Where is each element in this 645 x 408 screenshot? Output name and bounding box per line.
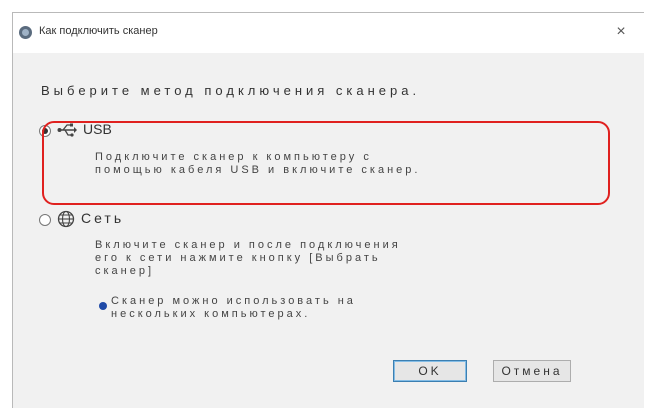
app-icon (19, 26, 32, 39)
close-icon[interactable]: × (610, 21, 632, 43)
option-network-description: Включите сканер и после подключения его … (95, 239, 401, 277)
globe-icon (57, 210, 75, 228)
info-icon (99, 302, 107, 310)
option-network-label: Сеть (81, 210, 125, 226)
cancel-button[interactable]: Отмена (493, 360, 571, 382)
usb-highlight-frame (42, 121, 610, 205)
title-bar: Как подключить сканер × (13, 13, 644, 53)
ok-button[interactable]: OK (393, 360, 467, 382)
option-network-note: Сканер можно использовать на нескольких … (111, 295, 356, 320)
window-title: Как подключить сканер (39, 25, 158, 37)
radio-network[interactable] (39, 214, 51, 226)
page-heading: Выберите метод подключения сканера. (41, 83, 421, 98)
dialog-window: Как подключить сканер × Выберите метод п… (12, 12, 644, 408)
